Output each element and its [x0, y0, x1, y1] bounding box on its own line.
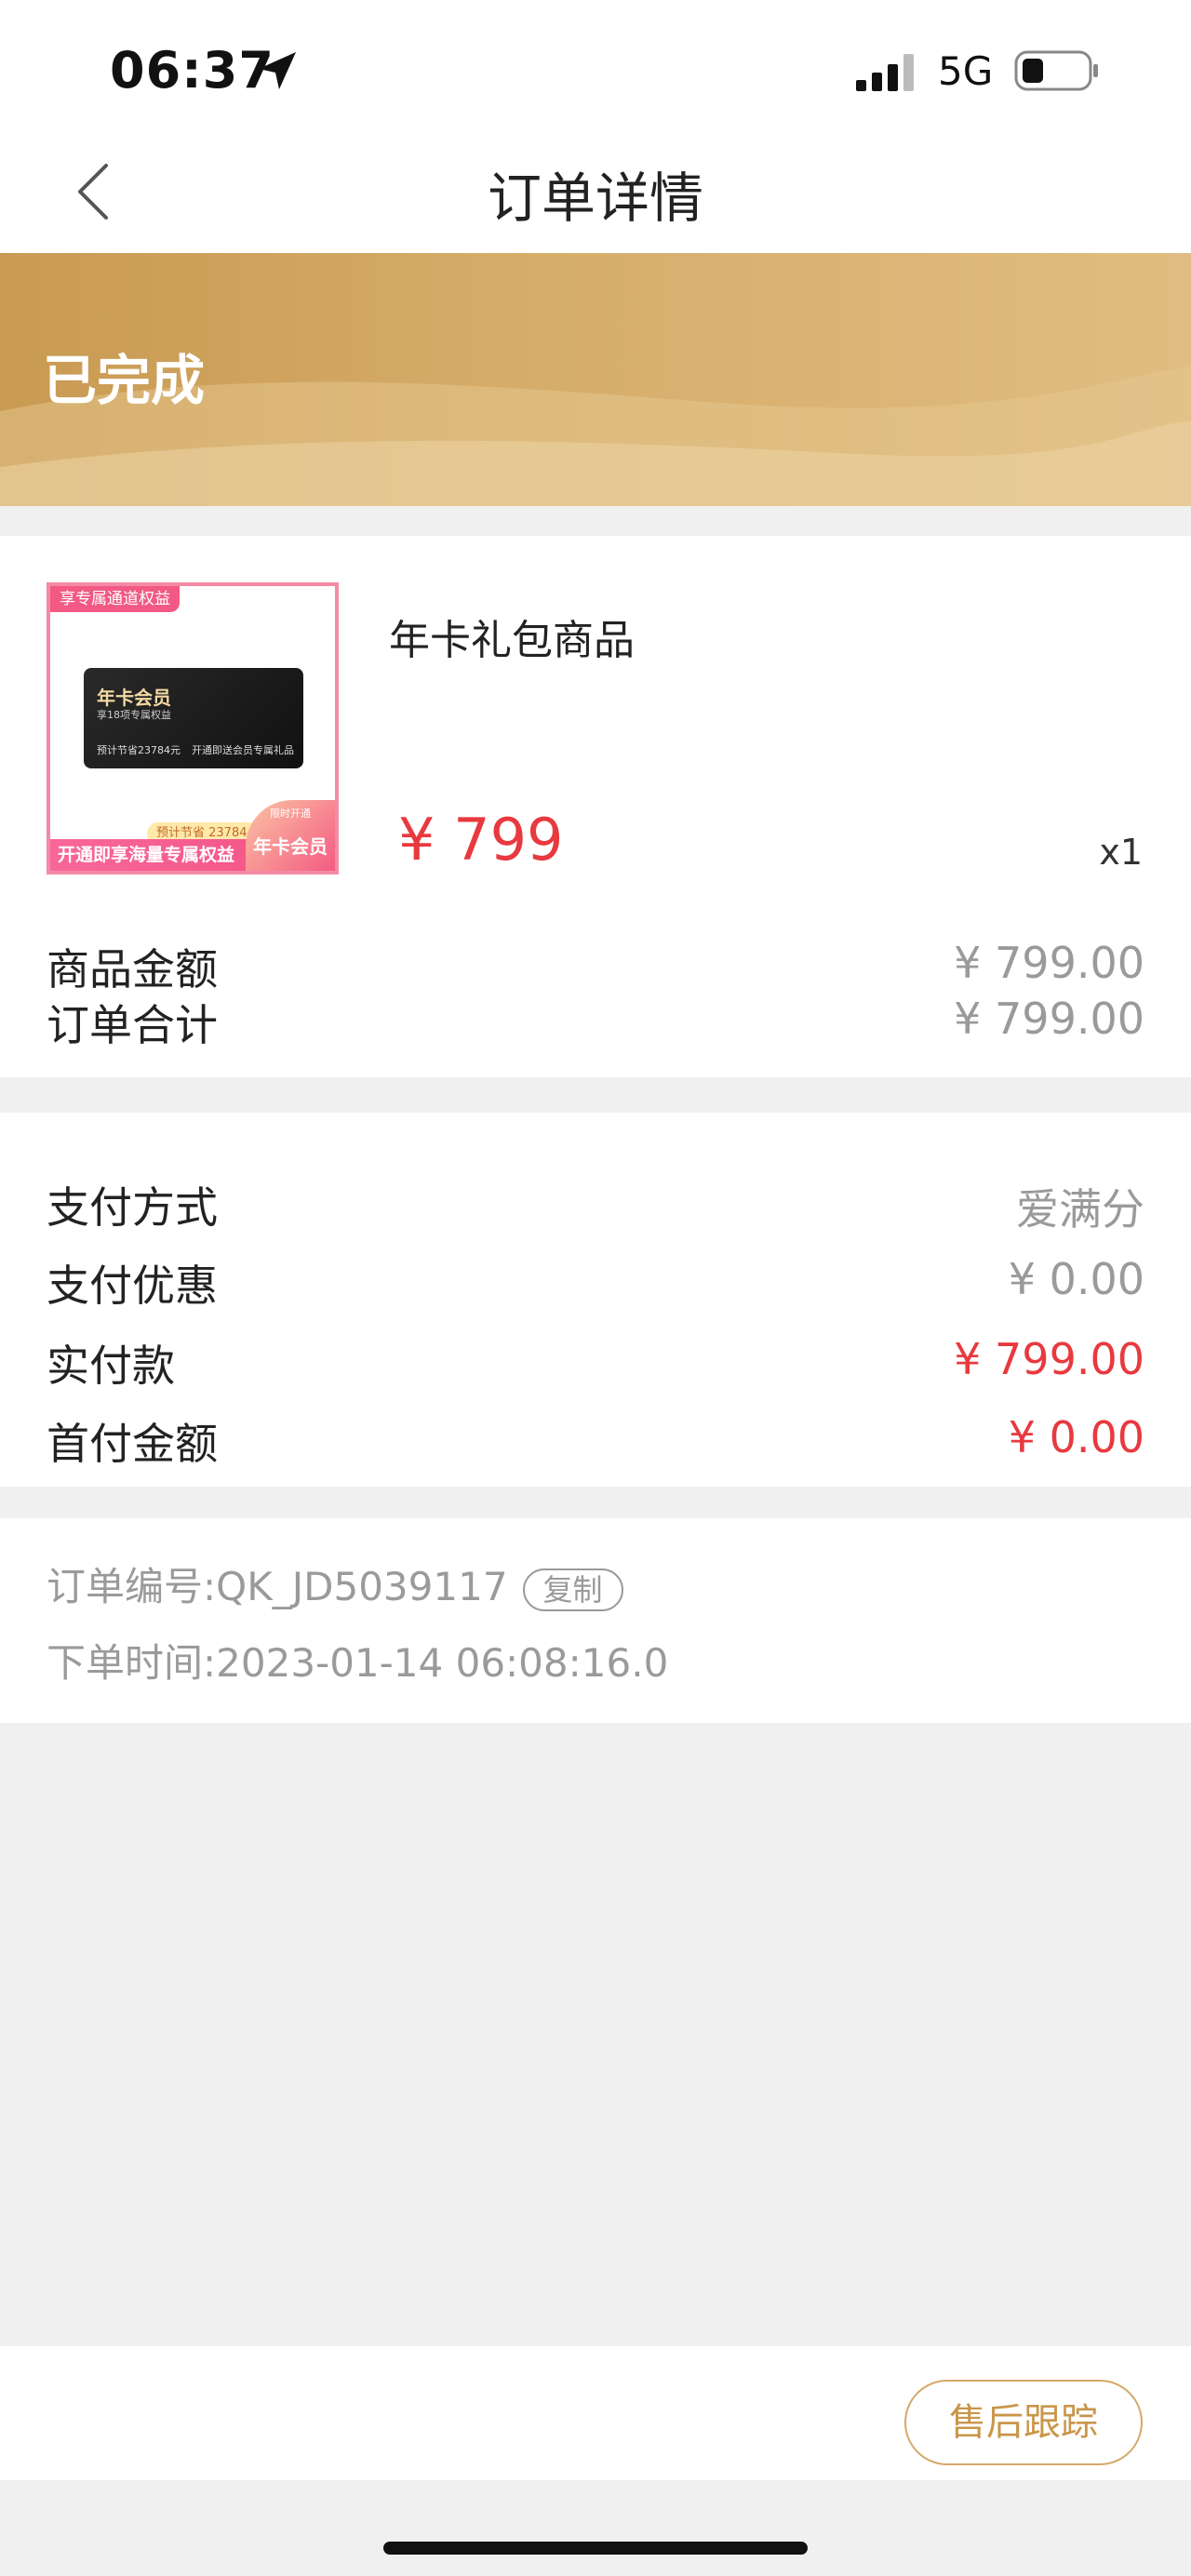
order-time: 2023-01-14 06:08:16.0	[216, 1640, 669, 1686]
membership-card-subtitle: 享18项专属权益	[97, 709, 171, 721]
membership-card-footer-left: 预计节省23784元	[97, 744, 181, 756]
after-sale-tracking-button[interactable]: 售后跟踪	[904, 2380, 1143, 2465]
amount-row: 商品金额 ¥ 799.00	[47, 936, 1144, 994]
status-bar: 06:37 5G	[0, 0, 1191, 140]
product-price: ¥ 799	[398, 806, 564, 874]
product-image[interactable]: 享专属通道权益 年卡会员 享18项专属权益 预计节省23784元 开通即送会员专…	[47, 582, 339, 874]
payment-value: ¥ 799.00	[954, 1334, 1144, 1384]
page-title: 订单详情	[487, 167, 703, 230]
payment-label: 首付金额	[47, 1419, 218, 1469]
order-number: QK_JD5039117	[216, 1564, 508, 1609]
copy-button[interactable]: 复制	[522, 1568, 623, 1611]
location-arrow-icon	[259, 52, 296, 89]
order-time-row: 下单时间:2023-01-14 06:08:16.0	[47, 1632, 668, 1688]
payment-row: 实付款 ¥ 799.00	[47, 1332, 1144, 1397]
product-card: 享专属通道权益 年卡会员 享18项专属权益 预计节省23784元 开通即送会员专…	[0, 536, 1191, 1077]
amount-label: 订单合计	[47, 1000, 218, 1050]
nav-bar: 订单详情	[0, 140, 1191, 253]
payment-row: 支付优惠 ¥ 0.00	[47, 1252, 1144, 1317]
cellular-signal-icon	[856, 54, 914, 91]
status-time: 06:37	[110, 41, 274, 100]
amount-row: 订单合计 ¥ 799.00	[47, 992, 1144, 1050]
membership-card-graphic: 年卡会员 享18项专属权益 预计节省23784元 开通即送会员专属礼品	[84, 668, 303, 768]
product-image-tag: 享专属通道权益	[50, 586, 180, 612]
amount-label: 商品金额	[47, 944, 218, 994]
order-status-banner: 已完成	[0, 253, 1191, 506]
payment-row: 首付金额 ¥ 0.00	[47, 1410, 1144, 1475]
bottom-action-bar: 售后跟踪	[0, 2346, 1191, 2480]
membership-card-title: 年卡会员	[97, 687, 171, 709]
payment-label: 实付款	[47, 1341, 175, 1391]
order-number-row: 订单编号:QK_JD5039117 复制	[47, 1555, 623, 1612]
payment-label: 支付方式	[47, 1182, 218, 1233]
product-name[interactable]: 年卡礼包商品	[389, 607, 635, 666]
network-type: 5G	[938, 48, 994, 94]
order-time-label: 下单时间:	[47, 1640, 217, 1686]
payment-value: ¥ 0.00	[1008, 1412, 1144, 1462]
order-status-text: 已完成	[43, 349, 206, 412]
payment-value: 爱满分	[1016, 1184, 1144, 1235]
battery-icon	[1014, 50, 1098, 91]
order-info-card: 订单编号:QK_JD5039117 复制 下单时间:2023-01-14 06:0…	[0, 1518, 1191, 1723]
payment-card: 支付方式 爱满分 支付优惠 ¥ 0.00 实付款 ¥ 799.00 首付金额 ¥…	[0, 1113, 1191, 1487]
payment-label: 支付优惠	[47, 1261, 218, 1311]
home-indicator-area	[0, 2480, 1191, 2576]
payment-value: ¥ 0.00	[1008, 1254, 1144, 1304]
amount-value: ¥ 799.00	[954, 994, 1144, 1044]
product-quantity: x1	[1099, 832, 1143, 873]
membership-card-footer-right: 开通即送会员专属礼品	[192, 744, 294, 756]
limited-badge: 限时开通	[270, 808, 311, 820]
payment-row: 支付方式 爱满分	[47, 1174, 1144, 1239]
order-number-label: 订单编号:	[47, 1564, 217, 1609]
amount-value: ¥ 799.00	[954, 938, 1144, 988]
home-indicator[interactable]	[383, 2542, 808, 2555]
annual-member-badge-label: 年卡会员	[253, 835, 328, 858]
